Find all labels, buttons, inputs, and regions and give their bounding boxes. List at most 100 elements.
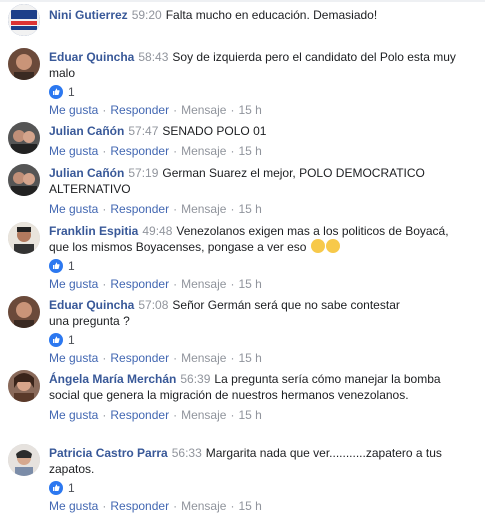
avatar[interactable]	[8, 122, 40, 154]
reply-button[interactable]: Responder	[110, 202, 169, 216]
comment-author[interactable]: Nini Gutierrez	[49, 8, 128, 22]
comment-timestamp[interactable]: 57:19	[128, 166, 158, 180]
comment-body: Julian Cañón 57:19 German Suarez el mejor,…	[49, 165, 459, 217]
comment-actions: Me gusta · Responder · Mensaje · 15 h	[49, 498, 459, 514]
comment-body: Ángela María Merchán 56:39 La pregunta ser…	[49, 371, 459, 423]
like-count: 1	[68, 333, 75, 347]
comment-body: Franklin Espitia 49:48 Venezolanos exigen …	[49, 223, 464, 292]
reply-button[interactable]: Responder	[110, 277, 169, 291]
separator: ·	[102, 408, 107, 422]
like-count: 1	[68, 481, 75, 495]
separator: ·	[173, 103, 178, 117]
message-button[interactable]: Mensaje	[181, 103, 226, 117]
like-button[interactable]: Me gusta	[49, 277, 98, 291]
comment-age[interactable]: 15 h	[238, 144, 261, 158]
separator: ·	[102, 202, 107, 216]
separator: ·	[230, 499, 235, 513]
comment-timestamp[interactable]: 56:33	[172, 446, 202, 460]
like-button[interactable]: Me gusta	[49, 144, 98, 158]
like-button[interactable]: Me gusta	[49, 103, 98, 117]
separator: ·	[173, 351, 178, 365]
comment-actions: Me gusta · Responder · Mensaje · 15 h	[49, 407, 459, 423]
comment-timestamp[interactable]: 56:39	[180, 372, 210, 386]
comment-age[interactable]: 15 h	[238, 103, 261, 117]
comment-author[interactable]: Franklin Espitia	[49, 224, 138, 238]
reply-button[interactable]: Responder	[110, 499, 169, 513]
avatar[interactable]	[8, 296, 40, 328]
like-button[interactable]: Me gusta	[49, 499, 98, 513]
like-count: 1	[68, 85, 75, 99]
separator: ·	[102, 499, 107, 513]
reply-button[interactable]: Responder	[110, 408, 169, 422]
comment-timestamp[interactable]: 58:43	[138, 50, 168, 64]
message-button[interactable]: Mensaje	[181, 499, 226, 513]
comment-actions: Me gusta · Responder · Mensaje · 15 h	[49, 276, 464, 292]
separator: ·	[230, 351, 235, 365]
comment-author[interactable]: Eduar Quincha	[49, 50, 134, 64]
avatar-photo-icon	[8, 370, 40, 402]
comment-body: Julian Cañón 57:47 SENADO POLO 01 Me gusta…	[49, 123, 469, 159]
avatar[interactable]	[8, 4, 40, 36]
avatar[interactable]	[8, 370, 40, 402]
separator: ·	[102, 144, 107, 158]
message-button[interactable]: Mensaje	[181, 408, 226, 422]
comment-timestamp[interactable]: 59:20	[132, 8, 162, 22]
comment-age[interactable]: 15 h	[238, 277, 261, 291]
like-button[interactable]: Me gusta	[49, 202, 98, 216]
like-icon	[49, 259, 63, 273]
comment-age[interactable]: 15 h	[238, 202, 261, 216]
reaction-summary[interactable]: 1	[49, 84, 469, 100]
comment-author[interactable]: Julian Cañón	[49, 166, 124, 180]
comment-age[interactable]: 15 h	[238, 408, 261, 422]
separator: ·	[230, 144, 235, 158]
reply-button[interactable]: Responder	[110, 144, 169, 158]
separator: ·	[102, 277, 107, 291]
message-button[interactable]: Mensaje	[181, 351, 226, 365]
avatar-photo-icon	[8, 122, 40, 154]
reply-button[interactable]: Responder	[110, 103, 169, 117]
comment-age[interactable]: 15 h	[238, 499, 261, 513]
reaction-summary[interactable]: 1	[49, 480, 459, 496]
avatar-photo-icon	[8, 4, 40, 36]
comment-author[interactable]: Eduar Quincha	[49, 298, 134, 312]
separator: ·	[230, 202, 235, 216]
comment-actions: Me gusta · Responder · Mensaje · 15 h	[49, 201, 459, 217]
comment-author[interactable]: Patricia Castro Parra	[49, 446, 168, 460]
avatar-photo-icon	[8, 164, 40, 196]
avatar-photo-icon	[8, 296, 40, 328]
message-button[interactable]: Mensaje	[181, 277, 226, 291]
comment-body: Patricia Castro Parra 56:33 Margarita nada…	[49, 445, 459, 514]
separator: ·	[173, 408, 178, 422]
comment-timestamp[interactable]: 57:47	[128, 124, 158, 138]
reply-button[interactable]: Responder	[110, 351, 169, 365]
comment-timestamp[interactable]: 57:08	[138, 298, 168, 312]
separator: ·	[102, 103, 107, 117]
like-button[interactable]: Me gusta	[49, 351, 98, 365]
reaction-summary[interactable]: 1	[49, 332, 419, 348]
like-count: 1	[68, 259, 75, 273]
avatar-photo-icon	[8, 48, 40, 80]
avatar[interactable]	[8, 444, 40, 476]
comment-author[interactable]: Julian Cañón	[49, 124, 124, 138]
comment-timestamp[interactable]: 49:48	[142, 224, 172, 238]
like-icon	[49, 333, 63, 347]
separator: ·	[230, 408, 235, 422]
reaction-summary[interactable]: 1	[49, 258, 464, 274]
avatar[interactable]	[8, 164, 40, 196]
message-button[interactable]: Mensaje	[181, 144, 226, 158]
like-icon	[49, 85, 63, 99]
avatar-photo-icon	[8, 222, 40, 254]
top-divider	[0, 0, 485, 2]
avatar-photo-icon	[8, 444, 40, 476]
comment-body: Nini Gutierrez 59:20 Falta mucho en educac…	[49, 7, 469, 23]
separator: ·	[173, 277, 178, 291]
comment-actions: Me gusta · Responder · Mensaje · 15 h	[49, 102, 469, 118]
like-button[interactable]: Me gusta	[49, 408, 98, 422]
comment-author[interactable]: Ángela María Merchán	[49, 372, 176, 386]
comment-age[interactable]: 15 h	[238, 351, 261, 365]
avatar[interactable]	[8, 222, 40, 254]
avatar[interactable]	[8, 48, 40, 80]
separator: ·	[102, 351, 107, 365]
separator: ·	[173, 202, 178, 216]
message-button[interactable]: Mensaje	[181, 202, 226, 216]
